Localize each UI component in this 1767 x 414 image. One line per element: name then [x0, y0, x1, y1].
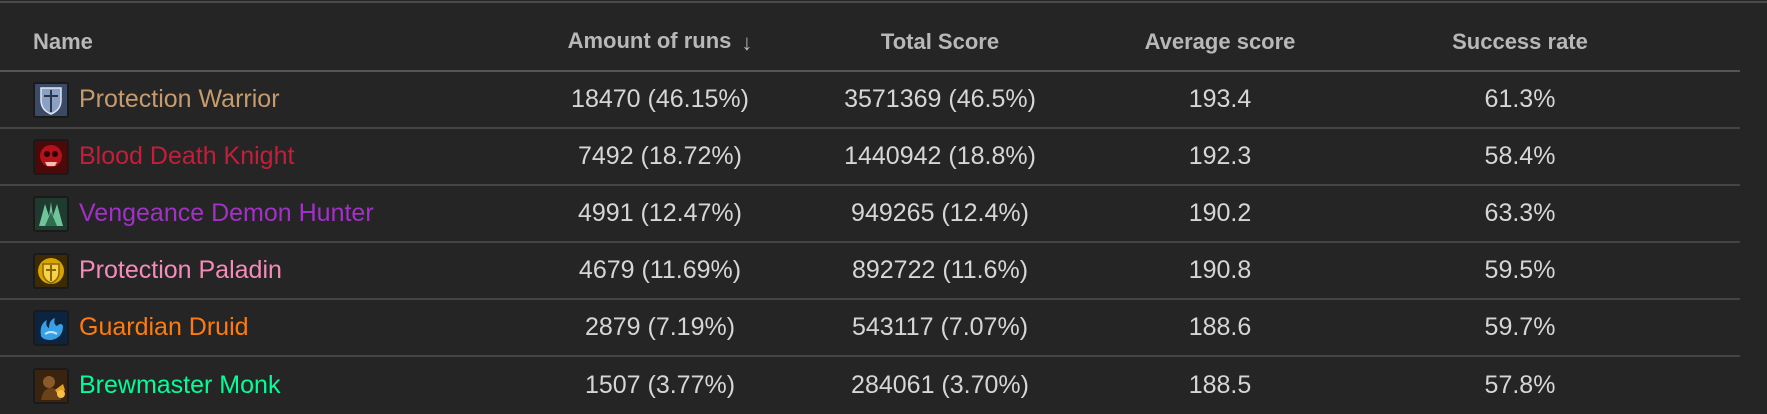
total-score-value: 892722 (11.6%)	[851, 256, 1029, 284]
average-score-value: 188.6	[1188, 313, 1252, 341]
spec-cell: Protection Warrior	[0, 81, 510, 118]
vengeance-demon-hunter-icon	[33, 195, 69, 232]
table-row[interactable]: Guardian Druid 2879 (7.19%) 543117 (7.07…	[0, 300, 1740, 357]
average-score-value: 192.3	[1188, 142, 1252, 170]
total-score-value: 949265 (12.4%)	[851, 199, 1029, 227]
spec-cell: Protection Paladin	[0, 252, 510, 289]
table-header: Name Amount of runs ↓ Total Score Average…	[0, 14, 1740, 72]
runs-value: 2879 (7.19%)	[584, 313, 736, 341]
runs-value: 1507 (3.77%)	[584, 371, 736, 399]
runs-value: 18470 (46.15%)	[571, 85, 749, 113]
success-rate-value: 57.8%	[1484, 371, 1556, 399]
top-divider	[0, 1, 1767, 3]
total-score-value: 3571369 (46.5%)	[844, 85, 1036, 113]
success-rate-value: 58.4%	[1484, 142, 1556, 170]
spec-cell: Blood Death Knight	[0, 138, 510, 175]
spec-name[interactable]: Protection Warrior	[79, 85, 280, 114]
spec-name[interactable]: Brewmaster Monk	[79, 371, 280, 400]
spec-cell: Brewmaster Monk	[0, 367, 510, 404]
average-score-value: 188.5	[1188, 371, 1252, 399]
success-rate-value: 59.7%	[1484, 313, 1556, 341]
average-score-value: 190.8	[1188, 256, 1252, 284]
protection-warrior-icon	[33, 81, 69, 118]
success-rate-value: 63.3%	[1484, 199, 1556, 227]
protection-paladin-icon	[33, 252, 69, 289]
average-score-value: 193.4	[1188, 85, 1252, 113]
spec-cell: Guardian Druid	[0, 309, 510, 346]
table-row[interactable]: Blood Death Knight 7492 (18.72%) 1440942…	[0, 129, 1740, 186]
blood-death-knight-icon	[33, 138, 69, 175]
spec-name[interactable]: Protection Paladin	[79, 256, 282, 285]
column-header-success-rate[interactable]: Success rate	[1370, 29, 1670, 55]
column-header-total-score[interactable]: Total Score	[810, 29, 1070, 55]
spec-name[interactable]: Blood Death Knight	[79, 142, 294, 171]
average-score-value: 190.2	[1188, 199, 1252, 227]
runs-value: 7492 (18.72%)	[577, 142, 742, 170]
spec-cell: Vengeance Demon Hunter	[0, 195, 510, 232]
spec-name[interactable]: Vengeance Demon Hunter	[79, 199, 374, 228]
table-row[interactable]: Protection Warrior 18470 (46.15%) 357136…	[0, 72, 1740, 129]
spec-name[interactable]: Guardian Druid	[79, 313, 249, 342]
success-rate-value: 61.3%	[1484, 85, 1556, 113]
total-score-value: 1440942 (18.8%)	[844, 142, 1036, 170]
total-score-value: 284061 (3.70%)	[851, 371, 1029, 399]
column-header-runs[interactable]: Amount of runs ↓	[510, 28, 810, 56]
brewmaster-monk-icon	[33, 367, 69, 404]
arrow-down-icon: ↓	[741, 30, 753, 55]
table-row[interactable]: Vengeance Demon Hunter 4991 (12.47%) 949…	[0, 186, 1740, 243]
column-header-name[interactable]: Name	[0, 29, 510, 55]
total-score-value: 543117 (7.07%)	[851, 313, 1029, 341]
table-row[interactable]: Brewmaster Monk 1507 (3.77%) 284061 (3.7…	[0, 357, 1740, 414]
table-row[interactable]: Protection Paladin 4679 (11.69%) 892722 …	[0, 243, 1740, 300]
runs-value: 4679 (11.69%)	[578, 256, 742, 284]
success-rate-value: 59.5%	[1484, 256, 1556, 284]
column-header-average-score[interactable]: Average score	[1070, 29, 1370, 55]
runs-value: 4991 (12.47%)	[577, 199, 742, 227]
tank-spec-table: Name Amount of runs ↓ Total Score Average…	[0, 14, 1740, 414]
guardian-druid-icon	[33, 309, 69, 346]
